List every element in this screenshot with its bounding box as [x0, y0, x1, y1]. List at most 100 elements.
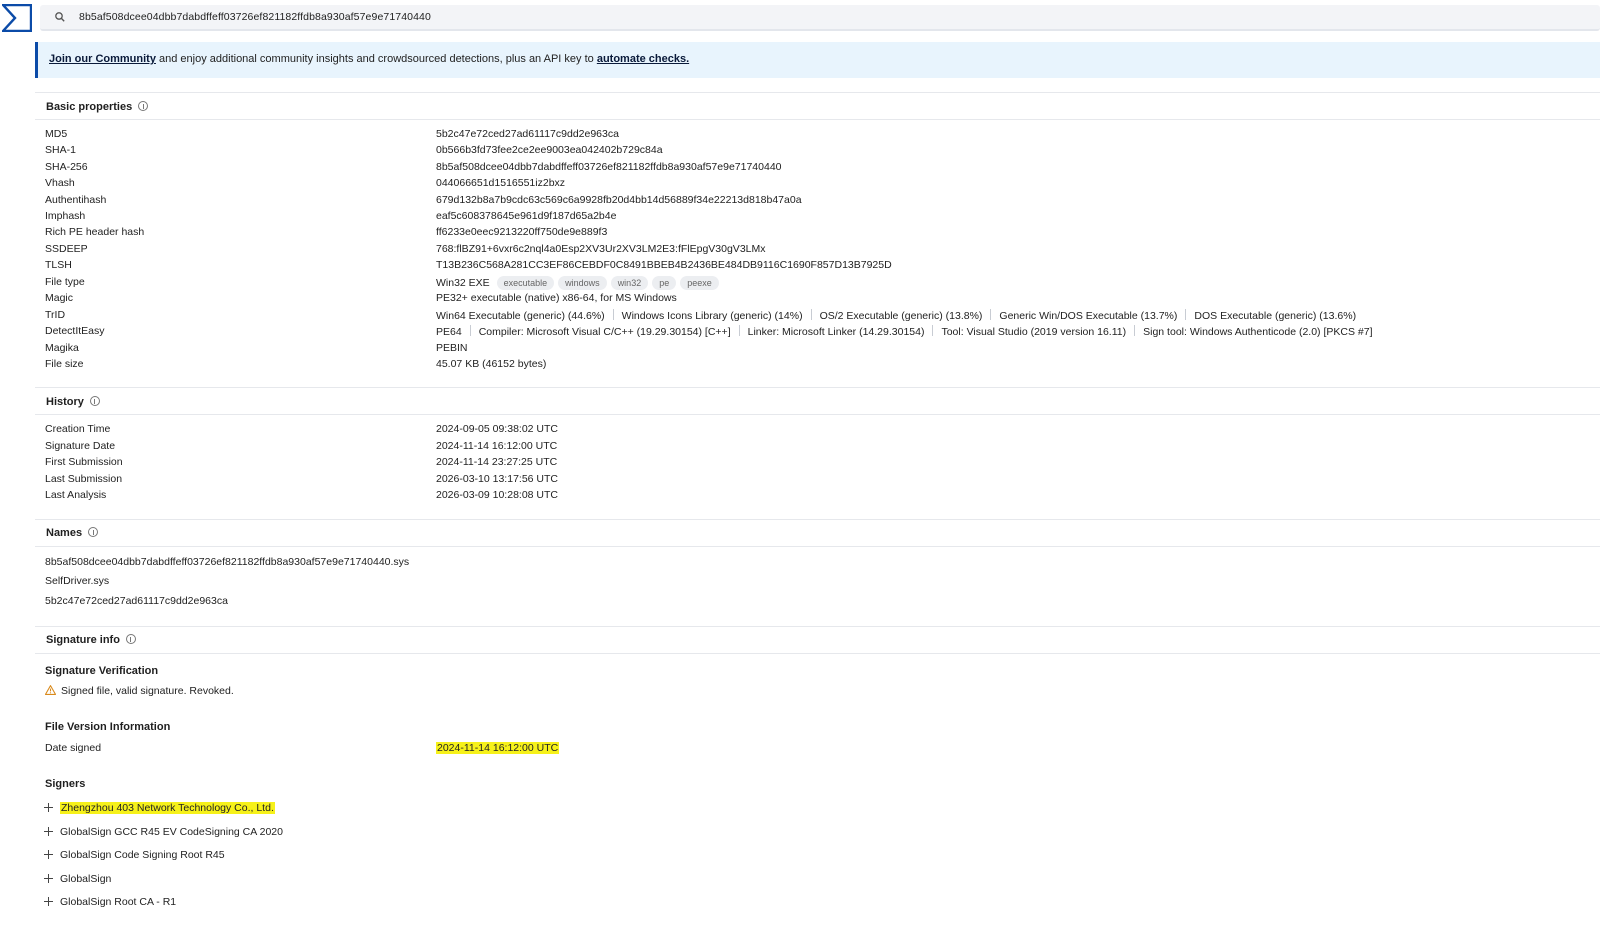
property-key: TrID	[45, 309, 66, 321]
search-icon	[55, 12, 65, 22]
property-row-trid: TrID Win64 Executable (generic) (44.6%) W…	[45, 309, 1595, 325]
property-value[interactable]: ff6233e0eec9213220ff750de9e889f3	[436, 226, 607, 238]
property-key: MD5	[45, 128, 68, 140]
separator	[1134, 325, 1136, 336]
property-row-sha256: SHA-256 8b5af508dcee04dbb7dabdffeff03726e…	[45, 161, 1595, 177]
signer-label: GlobalSign GCC R45 EV CodeSigning CA 202…	[60, 826, 283, 838]
separator	[738, 325, 740, 336]
separator	[1185, 309, 1187, 320]
signer-item[interactable]: GlobalSign Code Signing Root R45	[44, 849, 225, 865]
signature-info-label: Signature info	[46, 634, 120, 646]
property-key: Vhash	[45, 177, 75, 189]
separator	[990, 309, 992, 320]
divider	[35, 519, 1600, 520]
property-row-rich-pe: Rich PE header hash ff6233e0eec9213220ff7…	[45, 226, 1595, 242]
property-value[interactable]: 0b566b3fd73fee2ce2ee9003ea042402b729c84a	[436, 144, 663, 156]
expand-plus-icon[interactable]	[44, 874, 53, 883]
file-type-tag[interactable]: pe	[652, 276, 677, 290]
history-key: Creation Time	[45, 423, 111, 435]
info-icon[interactable]	[125, 634, 136, 644]
banner-middle-text: and enjoy additional community insights …	[155, 53, 597, 65]
automate-checks-link[interactable]: automate checks.	[597, 53, 689, 65]
expand-plus-icon[interactable]	[44, 897, 53, 906]
file-version-info-title: File Version Information	[45, 721, 171, 733]
property-row-file-type: File type Win32 EXE executable windows win…	[45, 276, 1595, 292]
join-community-link[interactable]: Join our Community	[49, 53, 156, 65]
signers-title: Signers	[45, 778, 86, 790]
property-value[interactable]: 044066651d1516551iz2bxz	[436, 177, 565, 189]
banner-text: Join our Community and enjoy additional …	[49, 53, 689, 65]
search-input[interactable]: 8b5af508dcee04dbb7dabdffeff03726ef821182…	[79, 11, 431, 23]
property-value: Win32 EXE executable windows win32 pe peexe	[436, 276, 719, 290]
property-value: PE64 Compiler: Microsoft Visual C/C++ (19…	[436, 325, 1373, 338]
file-type-tag[interactable]: windows	[558, 276, 607, 290]
info-icon[interactable]	[138, 101, 149, 111]
history-value: 2026-03-10 13:17:56 UTC	[436, 473, 558, 485]
file-type-tag[interactable]: peexe	[680, 276, 719, 290]
signer-label: GlobalSign Code Signing Root R45	[60, 849, 225, 861]
search-bar[interactable]: 8b5af508dcee04dbb7dabdffeff03726ef821182…	[40, 5, 1600, 31]
signer-label: GlobalSign	[60, 873, 112, 885]
divider	[35, 387, 1600, 388]
property-key: Imphash	[45, 210, 86, 222]
expand-plus-icon[interactable]	[44, 850, 53, 859]
date-signed-key: Date signed	[45, 742, 102, 754]
property-row-file-size: File size 45.07 KB (46152 bytes)	[45, 358, 1595, 374]
separator	[810, 309, 812, 320]
info-icon[interactable]	[88, 527, 99, 537]
signature-verification-title: Signature Verification	[45, 665, 159, 677]
virustotal-logo-icon[interactable]	[2, 4, 32, 32]
property-row-sha1: SHA-1 0b566b3fd73fee2ce2ee9003ea042402b72…	[45, 144, 1595, 160]
property-value[interactable]: 768:flBZ91+6vxr6c2nql4a0Esp2XV3Ur2XV3LM2…	[436, 243, 766, 255]
name-item: SelfDriver.sys	[45, 575, 110, 587]
trid-item: OS/2 Executable (generic) (13.8%)	[819, 310, 983, 322]
property-value[interactable]: eaf5c608378645e961d9f187d65a2b4e	[436, 210, 616, 222]
signer-item[interactable]: GlobalSign	[44, 873, 111, 889]
signer-item[interactable]: GlobalSign Root CA - R1	[44, 896, 176, 912]
file-type-tag[interactable]: win32	[610, 276, 649, 290]
signature-info-title: Signature info	[46, 634, 136, 646]
history-row: Creation Time 2024-09-05 09:38:02 UTC	[45, 423, 1595, 439]
property-value[interactable]: 5b2c47e72ced27ad61117c9dd2e963ca	[436, 128, 619, 140]
signature-verification-status: Signed file, valid signature. Revoked.	[45, 685, 234, 697]
history-key: Signature Date	[45, 440, 116, 452]
info-icon[interactable]	[89, 396, 100, 406]
property-key: SSDEEP	[45, 243, 88, 255]
property-key: Magika	[45, 342, 79, 354]
property-key: SHA-256	[45, 161, 88, 173]
property-row-authentihash: Authentihash 679d132b8a7b9cdc63c569c6a992…	[45, 194, 1595, 210]
warning-icon	[45, 685, 56, 695]
die-item: Sign tool: Windows Authenticode (2.0) [P…	[1143, 326, 1373, 338]
die-item: Tool: Visual Studio (2019 version 16.11)	[941, 326, 1127, 338]
property-row-imphash: Imphash eaf5c608378645e961d9f187d65a2b4e	[45, 210, 1595, 226]
die-item: PE64	[436, 326, 462, 338]
property-row-md5: MD5 5b2c47e72ced27ad61117c9dd2e963ca	[45, 128, 1595, 144]
expand-plus-icon[interactable]	[44, 803, 53, 812]
names-title: Names	[46, 527, 99, 539]
property-row-vhash: Vhash 044066651d1516551iz2bxz	[45, 177, 1595, 193]
history-row: Last Analysis 2026-03-09 10:28:08 UTC	[45, 489, 1595, 505]
basic-properties-label: Basic properties	[46, 101, 133, 113]
die-item: Compiler: Microsoft Visual C/C++ (19.29.…	[478, 326, 731, 338]
history-label: History	[46, 396, 84, 408]
property-value[interactable]: 679d132b8a7b9cdc63c569c6a9928fb20d4bb14d…	[436, 194, 802, 206]
divider	[35, 92, 1600, 93]
property-value: PEBIN	[436, 342, 468, 354]
file-type-tag[interactable]: executable	[496, 276, 555, 290]
property-key: TLSH	[45, 259, 72, 271]
property-value[interactable]: 8b5af508dcee04dbb7dabdffeff03726ef821182…	[436, 161, 782, 173]
property-key: File size	[45, 358, 84, 370]
file-type-value: Win32 EXE	[436, 277, 490, 289]
signer-item[interactable]: GlobalSign GCC R45 EV CodeSigning CA 202…	[44, 826, 283, 842]
name-item: 8b5af508dcee04dbb7dabdffeff03726ef821182…	[45, 556, 410, 568]
expand-plus-icon[interactable]	[44, 827, 53, 836]
property-key: Magic	[45, 292, 74, 304]
divider	[35, 414, 1600, 415]
signer-item[interactable]: Zhengzhou 403 Network Technology Co., Lt…	[44, 802, 275, 818]
trid-item: DOS Executable (generic) (13.6%)	[1194, 310, 1357, 322]
property-value[interactable]: T13B236C568A281CC3EF86CEBDF0C8491BBEB4B2…	[436, 259, 892, 271]
separator	[612, 309, 614, 320]
property-value: PE32+ executable (native) x86-64, for MS…	[436, 292, 677, 304]
property-key: File type	[45, 276, 85, 288]
community-banner: Join our Community and enjoy additional …	[35, 42, 1600, 78]
